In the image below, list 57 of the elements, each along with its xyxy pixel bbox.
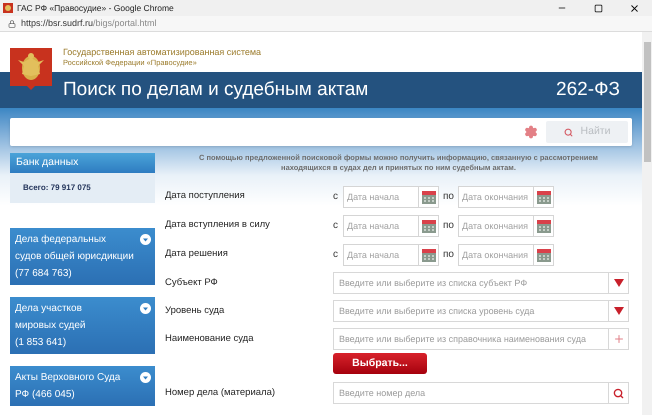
date-field[interactable]: Дата окончания: [458, 214, 534, 236]
to-label: по: [442, 248, 455, 262]
lock-icon: [8, 20, 16, 28]
date-field[interactable]: Дата начала: [343, 214, 419, 236]
choose-button[interactable]: Выбрать...: [333, 353, 427, 374]
maximize-icon[interactable]: [594, 4, 602, 12]
scrollbar[interactable]: [642, 32, 652, 415]
system-name: Государственная автоматизированная система: [63, 47, 262, 58]
law-label: 262-ФЗ: [556, 78, 620, 102]
date-field[interactable]: Дата окончания: [458, 244, 534, 266]
plus-icon[interactable]: [612, 333, 624, 345]
databank-header: Банк данных: [10, 153, 155, 173]
input-field[interactable]: Введите или выберите из справочника наименования суда: [333, 328, 609, 350]
databank-section[interactable]: Дела участков мировых судей (1 853 641): [10, 297, 155, 354]
from-label: с: [333, 248, 339, 262]
dropdown-arrow-icon[interactable]: [614, 279, 624, 287]
to-label: по: [442, 219, 455, 233]
expand-icon[interactable]: [140, 234, 151, 245]
dropdown-arrow-icon[interactable]: [614, 307, 624, 315]
input-field[interactable]: Введите номер дела: [333, 382, 609, 404]
calendar-icon[interactable]: [422, 190, 436, 204]
field-label: Дата решения: [165, 247, 229, 262]
search-icon[interactable]: [564, 128, 573, 136]
close-icon[interactable]: [628, 2, 640, 14]
expand-icon[interactable]: [140, 303, 151, 314]
calendar-icon[interactable]: [536, 190, 550, 204]
date-field[interactable]: Дата начала: [343, 244, 419, 266]
date-field[interactable]: Дата окончания: [458, 186, 534, 208]
databank-section[interactable]: Акты Верховного Суда РФ (466 045): [10, 366, 155, 406]
databank-total: Всего: 79 917 075: [23, 182, 91, 194]
url-path: /bigs/portal.html: [93, 16, 157, 30]
window-title: ГАС РФ «Правосудие» - Google Chrome: [17, 2, 174, 14]
page-title: Поиск по делам и судебным актам: [63, 78, 368, 102]
emblem-icon: [10, 48, 52, 90]
from-label: с: [333, 190, 339, 204]
tab-favicon-icon: [3, 3, 13, 13]
search-icon[interactable]: [613, 388, 624, 398]
field-label: Номер дела (материала): [165, 386, 276, 400]
expand-icon[interactable]: [140, 372, 151, 383]
from-label: с: [333, 219, 339, 233]
calendar-icon[interactable]: [536, 218, 550, 232]
input-field[interactable]: Введите или выберите из списка субъект РФ: [333, 272, 609, 294]
field-label: Дата поступления: [165, 189, 246, 204]
calendar-icon[interactable]: [422, 248, 436, 262]
settings-icon[interactable]: [524, 125, 538, 139]
calendar-icon[interactable]: [536, 248, 550, 262]
to-label: по: [442, 190, 455, 204]
field-label: Субъект РФ: [165, 276, 219, 290]
calendar-icon[interactable]: [422, 218, 436, 232]
url-host: https://bsr.sudrf.ru: [21, 16, 94, 30]
databank-section[interactable]: Дела федеральных судов общей юрисдикции (77 684 763): [10, 228, 155, 285]
input-field[interactable]: Введите или выберите из списка уровень суда: [333, 300, 609, 322]
address-bar[interactable]: https://bsr.sudrf.ru/bigs/portal.html: [0, 16, 652, 32]
field-label: Наименование суда: [165, 332, 255, 346]
date-field[interactable]: Дата начала: [343, 186, 419, 208]
field-label: Дата вступления в силу: [165, 218, 271, 232]
field-label: Уровень суда: [165, 304, 226, 318]
